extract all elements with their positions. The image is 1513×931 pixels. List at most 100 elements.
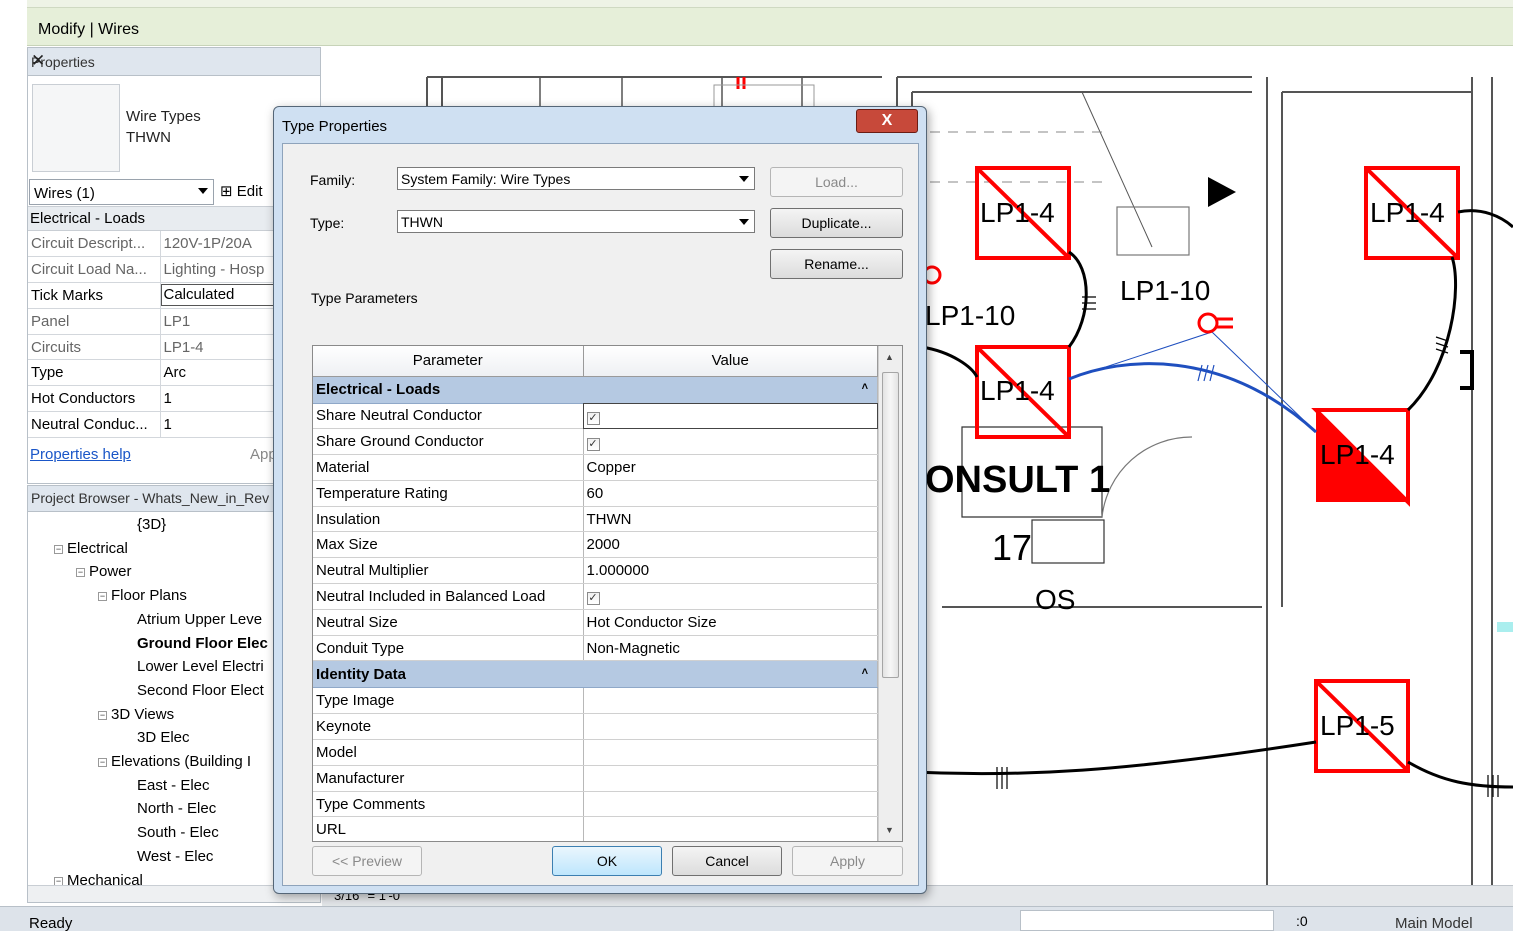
browser-tree-item[interactable]: East - Elec: [137, 777, 210, 794]
collapse-chevron-icon[interactable]: ˄: [862, 381, 868, 393]
parameter-value[interactable]: 1.000000: [583, 557, 878, 585]
load-button[interactable]: Load...: [770, 167, 903, 197]
browser-tree-item[interactable]: − Elevations (Building I: [98, 753, 251, 770]
parameter-row[interactable]: Type Comments: [313, 791, 878, 818]
browser-tree-item[interactable]: − Electrical: [54, 540, 128, 557]
type-value: THWN: [401, 214, 443, 230]
column-header-parameter[interactable]: Parameter: [313, 346, 584, 377]
browser-tree-item[interactable]: 3D Elec: [137, 729, 190, 746]
parameter-checkbox-cell[interactable]: ✓: [583, 428, 878, 456]
rename-button[interactable]: Rename...: [770, 249, 903, 279]
browser-tree-item[interactable]: North - Elec: [137, 800, 216, 817]
edit-type-button[interactable]: ⊞ Edit: [220, 182, 263, 200]
scroll-down-icon[interactable]: ▼: [885, 825, 894, 835]
parameter-row[interactable]: Conduit Type Non-Magnetic: [313, 635, 878, 662]
browser-tree-item[interactable]: {3D}: [137, 516, 166, 533]
collapse-icon[interactable]: −: [98, 710, 107, 720]
collapse-chevron-icon[interactable]: ˄: [862, 666, 868, 678]
parameter-value[interactable]: 2000: [583, 531, 878, 559]
property-name: Type: [28, 359, 161, 387]
workset-dropdown[interactable]: [1020, 910, 1274, 931]
circuit-tag-label[interactable]: LP1-4: [1370, 197, 1445, 229]
parameter-checkbox-cell[interactable]: ✓: [583, 583, 878, 610]
parameter-row[interactable]: Type Image: [313, 687, 878, 715]
parameter-group-row[interactable]: Identity Data ˄: [313, 660, 878, 689]
circuit-tag-label[interactable]: LP1-5: [1320, 710, 1395, 742]
parameter-row[interactable]: Temperature Rating 60: [313, 480, 878, 507]
browser-item-label: Power: [89, 563, 132, 581]
cancel-button[interactable]: Cancel: [672, 846, 782, 876]
browser-tree-item[interactable]: − Power: [76, 563, 132, 580]
checkbox-checked[interactable]: ✓: [586, 592, 600, 606]
context-tab-label[interactable]: Modify | Wires: [38, 21, 139, 39]
parameter-row[interactable]: Keynote: [313, 713, 878, 741]
family-dropdown[interactable]: System Family: Wire Types: [397, 167, 755, 190]
column-header-value[interactable]: Value: [583, 346, 878, 377]
collapse-icon[interactable]: −: [76, 568, 85, 578]
browser-tree-item[interactable]: South - Elec: [137, 824, 219, 841]
parameter-row[interactable]: Insulation THWN: [313, 506, 878, 533]
vertical-scrollbar[interactable]: ▲ ▼: [878, 346, 902, 841]
collapse-icon[interactable]: −: [98, 758, 107, 767]
ribbon-context-bar: Modify | Wires: [27, 0, 1513, 46]
collapse-icon[interactable]: −: [98, 592, 107, 602]
instance-filter-dropdown[interactable]: Wires (1): [29, 179, 214, 205]
apply-button[interactable]: Apply: [792, 846, 903, 876]
checkbox-checked[interactable]: ✓: [586, 411, 600, 425]
parameter-row[interactable]: Share Neutral Conductor ✓: [313, 403, 878, 430]
properties-help-link[interactable]: Properties help: [30, 446, 131, 463]
parameter-value[interactable]: [583, 765, 878, 792]
browser-tree-item[interactable]: − Floor Plans: [98, 587, 187, 604]
parameter-row[interactable]: Neutral Included in Balanced Load ✓: [313, 583, 878, 610]
parameter-row[interactable]: Neutral Size Hot Conductor Size: [313, 609, 878, 636]
parameter-value[interactable]: [583, 816, 878, 841]
close-icon[interactable]: ✕: [31, 51, 314, 71]
parameter-checkbox-cell[interactable]: ✓: [583, 403, 878, 430]
property-name: Circuit Load Na...: [28, 256, 161, 284]
parameter-value[interactable]: [583, 739, 878, 766]
browser-tree-item[interactable]: Atrium Upper Leve: [137, 611, 262, 628]
parameter-row[interactable]: Model: [313, 739, 878, 766]
browser-tree-item[interactable]: Second Floor Elect: [137, 682, 264, 699]
circuit-tag-label[interactable]: LP1-4: [980, 197, 1055, 229]
parameter-row[interactable]: Manufacturer: [313, 765, 878, 792]
parameter-value[interactable]: [583, 687, 878, 715]
parameter-value[interactable]: Copper: [583, 454, 878, 481]
parameter-row[interactable]: URL: [313, 816, 878, 841]
parameter-value[interactable]: Non-Magnetic: [583, 635, 878, 662]
collapse-icon[interactable]: −: [54, 544, 63, 554]
parameter-row[interactable]: Max Size 2000: [313, 531, 878, 559]
scrollbar-thumb[interactable]: [882, 372, 899, 678]
parameter-name: Keynote: [313, 713, 584, 741]
parameter-value[interactable]: Hot Conductor Size: [583, 609, 878, 636]
parameter-name: Temperature Rating: [313, 480, 584, 507]
dialog-titlebar[interactable]: Type Properties X: [274, 107, 926, 143]
ok-button[interactable]: OK: [552, 846, 662, 876]
parameter-group-row[interactable]: Electrical - Loads ˄: [313, 376, 878, 404]
parameter-value[interactable]: [583, 791, 878, 818]
browser-tree-item[interactable]: Lower Level Electri: [137, 658, 264, 675]
parameter-group-header[interactable]: Identity Data ˄: [313, 660, 878, 689]
preview-button[interactable]: << Preview: [312, 846, 422, 876]
duplicate-button[interactable]: Duplicate...: [770, 208, 903, 238]
parameter-row[interactable]: Share Ground Conductor ✓: [313, 428, 878, 456]
browser-item-label: South - Elec: [137, 824, 219, 842]
browser-tree-item[interactable]: Ground Floor Elec: [137, 635, 268, 652]
type-name: THWN: [126, 129, 171, 146]
browser-tree-item[interactable]: −3D Views: [98, 706, 174, 723]
type-dropdown[interactable]: THWN: [397, 210, 755, 233]
parameter-row[interactable]: Material Copper: [313, 454, 878, 481]
parameter-value[interactable]: 60: [583, 480, 878, 507]
ribbon-top-strip: [27, 0, 1513, 8]
browser-tree-item[interactable]: West - Elec: [137, 848, 213, 865]
parameter-row[interactable]: Neutral Multiplier 1.000000: [313, 557, 878, 585]
scroll-up-icon[interactable]: ▲: [885, 352, 894, 362]
circuit-tag-label[interactable]: LP1-4: [1320, 439, 1395, 471]
parameter-value[interactable]: THWN: [583, 506, 878, 533]
circuit-tag-label[interactable]: LP1-4: [980, 375, 1055, 407]
parameter-value[interactable]: [583, 713, 878, 741]
parameter-group-header[interactable]: Electrical - Loads ˄: [313, 376, 878, 404]
close-icon[interactable]: X: [856, 109, 918, 133]
active-model-label[interactable]: Main Model: [1395, 915, 1473, 931]
checkbox-checked[interactable]: ✓: [586, 437, 600, 451]
